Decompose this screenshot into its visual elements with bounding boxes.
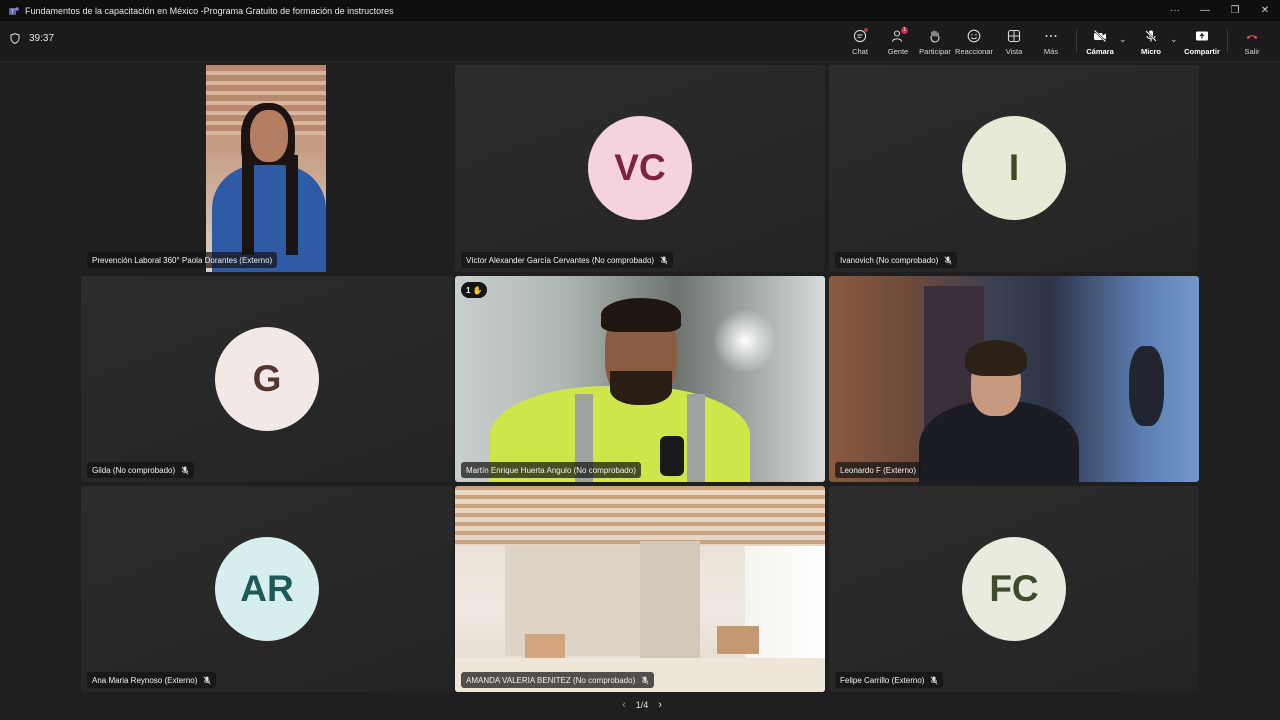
- participant-name-tag: Prevención Laboral 360° Paola Dorantes (…: [87, 252, 278, 268]
- chat-button[interactable]: Chat: [840, 25, 880, 59]
- participant-tile-martin[interactable]: 1 ✋ Martín Enrique Huerta Angulo (No com…: [455, 276, 825, 482]
- participant-avatar: AR: [215, 537, 319, 641]
- participant-video: [206, 65, 326, 272]
- participant-name: Leonardo F (Externo): [840, 465, 917, 475]
- participant-name: AMANDA VALERIA BENITEZ (No comprobado): [466, 675, 636, 685]
- window-title: Fundamentos de la capacitación en México…: [25, 5, 394, 16]
- teams-app-icon: T: [9, 6, 19, 15]
- camera-button[interactable]: Cámara: [1080, 25, 1120, 59]
- participant-name: Martín Enrique Huerta Angulo (No comprob…: [466, 465, 636, 475]
- mic-muted-icon: [944, 256, 952, 264]
- participant-name-tag: Leonardo F (Externo): [835, 462, 922, 478]
- participate-label: Participar: [919, 47, 951, 56]
- people-label: Gente: [887, 47, 909, 56]
- participant-avatar: I: [962, 116, 1066, 220]
- participant-video: [455, 486, 825, 692]
- participant-tile-victor[interactable]: VC Víctor Alexander García Cervantes (No…: [455, 65, 825, 272]
- toolbar-divider: [1076, 29, 1077, 53]
- participant-tile-felipe[interactable]: FC Felipe Carrillo (Externo): [829, 486, 1199, 692]
- participant-name-tag: Víctor Alexander García Cervantes (No co…: [461, 252, 674, 268]
- raise-hand-button[interactable]: Participar: [915, 25, 955, 59]
- participant-avatar: VC: [588, 116, 692, 220]
- leave-button[interactable]: Salir: [1232, 25, 1272, 59]
- meeting-timer: 39:37: [10, 33, 54, 44]
- raised-hand-badge: 1 ✋: [461, 282, 488, 298]
- mic-button[interactable]: Micro: [1131, 25, 1171, 59]
- view-label: Vista: [1005, 47, 1023, 56]
- raised-hand-icon: ✋: [472, 285, 483, 295]
- grid-view-icon: [1007, 29, 1021, 43]
- next-page-icon[interactable]: ›: [658, 699, 662, 711]
- camera-label: Cámara: [1086, 47, 1114, 56]
- minimize-button[interactable]: —: [1190, 0, 1220, 21]
- participant-name-tag: AMANDA VALERIA BENITEZ (No comprobado): [461, 672, 655, 688]
- participant-name: Prevención Laboral 360° Paola Dorantes (…: [92, 255, 273, 265]
- camera-options-chevron-icon[interactable]: ⌄: [1119, 34, 1127, 45]
- participant-name-tag: Gilda (No comprobado): [87, 462, 195, 478]
- mic-off-icon: [1145, 30, 1157, 42]
- hang-up-icon: [1246, 35, 1258, 39]
- mic-label: Micro: [1140, 47, 1161, 56]
- people-badge: 1: [901, 27, 908, 34]
- more-label: Más: [1043, 47, 1059, 56]
- mic-muted-icon: [641, 676, 649, 684]
- participant-video: [829, 276, 1199, 482]
- participant-name: Ivanovich (No comprobado): [840, 255, 939, 265]
- mic-muted-icon: [930, 676, 938, 684]
- mic-options-chevron-icon[interactable]: ⌄: [1170, 34, 1178, 45]
- mic-muted-icon: [181, 466, 189, 474]
- raise-hand-icon: [930, 30, 940, 43]
- raised-hand-count: 1: [466, 285, 471, 295]
- participant-name-tag: Felipe Carrillo (Externo): [835, 672, 944, 688]
- view-button[interactable]: Vista: [994, 25, 1034, 59]
- participant-tile-ana-maria[interactable]: AR Ana Maria Reynoso (Externo): [81, 486, 453, 692]
- smiley-icon: [967, 29, 981, 43]
- participant-name-tag: Martín Enrique Huerta Angulo (No comprob…: [461, 462, 641, 478]
- participant-name: Gilda (No comprobado): [92, 465, 176, 475]
- participant-name: Víctor Alexander García Cervantes (No co…: [466, 255, 655, 265]
- participant-tile-amanda[interactable]: AMANDA VALERIA BENITEZ (No comprobado): [455, 486, 825, 692]
- title-bar: T Fundamentos de la capacitación en Méxi…: [0, 0, 1280, 21]
- svg-text:T: T: [11, 9, 14, 15]
- previous-page-icon[interactable]: ‹: [622, 699, 626, 711]
- participant-name: Felipe Carrillo (Externo): [840, 675, 925, 685]
- share-screen-icon: [1196, 31, 1208, 41]
- participant-avatar: FC: [962, 537, 1066, 641]
- share-button[interactable]: Compartir: [1182, 25, 1222, 59]
- meeting-toolbar: 39:37 Chat 1 Gente Participar Reaccionar…: [0, 21, 1280, 62]
- ellipsis-icon: [1045, 35, 1057, 37]
- timer-text: 39:37: [29, 33, 55, 44]
- react-label: Reaccionar: [955, 47, 993, 56]
- mic-muted-icon: [203, 676, 211, 684]
- react-button[interactable]: Reaccionar: [954, 25, 994, 59]
- gallery-pager: ‹ 1/4 ›: [612, 698, 672, 712]
- participant-tile-leonardo[interactable]: Leonardo F (Externo): [829, 276, 1199, 482]
- more-button[interactable]: Más: [1031, 25, 1071, 59]
- participant-video: [455, 276, 825, 482]
- participant-name: Ana Maria Reynoso (Externo): [92, 675, 198, 685]
- more-options-button[interactable]: ···: [1160, 0, 1190, 21]
- people-button[interactable]: 1 Gente: [878, 25, 918, 59]
- close-window-button[interactable]: ✕: [1250, 0, 1280, 21]
- participant-name-tag: Ivanovich (No comprobado): [835, 252, 958, 268]
- share-label: Compartir: [1184, 47, 1220, 56]
- restore-button[interactable]: ❐: [1220, 0, 1250, 21]
- toolbar-divider: [1227, 29, 1228, 53]
- participant-tile-gilda[interactable]: G Gilda (No comprobado): [81, 276, 453, 482]
- participant-tile-paola[interactable]: Prevención Laboral 360° Paola Dorantes (…: [81, 65, 453, 272]
- page-indicator: 1/4: [635, 700, 649, 710]
- participant-tile-ivanovich[interactable]: I Ivanovich (No comprobado): [829, 65, 1199, 272]
- participant-name-tag: Ana Maria Reynoso (Externo): [87, 672, 217, 688]
- camera-off-icon: [1093, 29, 1107, 43]
- chat-label: Chat: [852, 47, 868, 56]
- leave-label: Salir: [1244, 47, 1260, 56]
- mic-muted-icon: [660, 256, 668, 264]
- shield-icon: [10, 33, 20, 44]
- chat-unread-dot: [864, 28, 868, 32]
- participant-avatar: G: [215, 327, 319, 431]
